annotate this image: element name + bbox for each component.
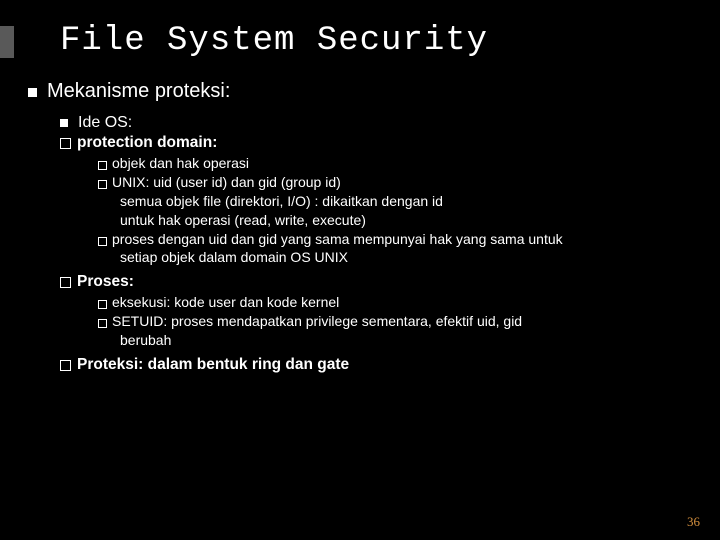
page-number: 36 bbox=[687, 514, 700, 530]
checkbox-icon bbox=[60, 360, 71, 371]
pd-item-1: objek dan hak operasi bbox=[98, 154, 692, 173]
pd-i1-text: objek dan hak operasi bbox=[112, 155, 249, 171]
slide-title: File System Security bbox=[0, 0, 720, 78]
pr-i2a-text: SETUID: proses mendapatkan privilege sem… bbox=[112, 313, 522, 329]
checkbox-icon bbox=[60, 138, 71, 149]
bullet-lvl1: Mekanisme proteksi: bbox=[28, 78, 692, 103]
checkbox-icon bbox=[98, 161, 107, 170]
accent-bar bbox=[0, 26, 14, 58]
pd-i3b-text: setiap objek dalam domain OS UNIX bbox=[98, 248, 692, 267]
pd-i2c-text: untuk hak operasi (read, write, execute) bbox=[98, 211, 692, 230]
square-bullet-icon bbox=[28, 88, 37, 97]
checkbox-icon bbox=[98, 180, 107, 189]
pd-item-2: UNIX: uid (user id) dan gid (group id) s… bbox=[98, 173, 692, 230]
lvl2-text: Ide OS: bbox=[78, 114, 132, 132]
proses-label: Proses: bbox=[77, 273, 134, 291]
lvl1-text: Mekanisme proteksi: bbox=[47, 80, 230, 103]
pr-item-2: SETUID: proses mendapatkan privilege sem… bbox=[98, 312, 692, 350]
checkbox-icon bbox=[60, 277, 71, 288]
bullet-lvl2: Ide OS: bbox=[60, 111, 692, 132]
pd-label: protection domain: bbox=[77, 134, 217, 152]
pd-i2b-text: semua objek file (direktori, I/O) : dika… bbox=[98, 192, 692, 211]
proses-heading: Proses: bbox=[60, 273, 692, 291]
proteksi-heading: Proteksi: dalam bentuk ring dan gate bbox=[60, 356, 692, 374]
pr-i1-text: eksekusi: kode user dan kode kernel bbox=[112, 294, 339, 310]
checkbox-icon bbox=[98, 237, 107, 246]
pr-i2b-text: berubah bbox=[98, 331, 692, 350]
square-bullet-icon bbox=[60, 119, 68, 127]
checkbox-icon bbox=[98, 319, 107, 328]
slide-content: Mekanisme proteksi: Ide OS: protection d… bbox=[0, 78, 720, 374]
pd-i3a-text: proses dengan uid dan gid yang sama memp… bbox=[112, 231, 563, 247]
pr-item-1: eksekusi: kode user dan kode kernel bbox=[98, 293, 692, 312]
pd-item-3: proses dengan uid dan gid yang sama memp… bbox=[98, 230, 692, 268]
protection-domain-heading: protection domain: bbox=[60, 134, 692, 152]
pd-i2a-text: UNIX: uid (user id) dan gid (group id) bbox=[112, 174, 341, 190]
checkbox-icon bbox=[98, 300, 107, 309]
proteksi-text: Proteksi: dalam bentuk ring dan gate bbox=[77, 356, 349, 374]
